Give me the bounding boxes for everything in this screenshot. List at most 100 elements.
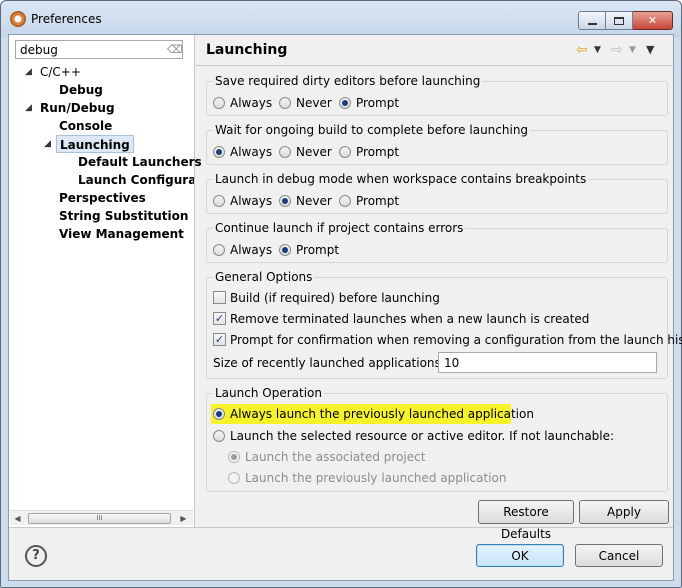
size-value: 10 [444, 356, 460, 370]
window-title: Preferences [31, 12, 102, 26]
tree-item-label: Default Launchers [78, 155, 202, 169]
option-label: Prompt for confirmation when removing a … [230, 333, 682, 347]
option-label: Launch the selected resource or active e… [230, 429, 615, 443]
radio-icon [279, 97, 291, 109]
tree-item-label: Debug [59, 83, 103, 97]
checkbox-checked-icon: ✓ [213, 333, 226, 346]
launch-operation-group: Launch Operation Always launch the previ… [206, 386, 668, 492]
group-label: Wait for ongoing build to complete befor… [213, 123, 531, 137]
forward-menu-icon[interactable]: ▼ [629, 41, 636, 59]
size-label: Size of recently launched applications l… [213, 355, 466, 371]
option-label: Never [296, 194, 332, 208]
filter-input[interactable]: debug ⌫ [15, 40, 183, 59]
checkbox-icon [213, 291, 226, 304]
option-label: Always [230, 145, 273, 159]
radio-selected-icon [339, 97, 351, 109]
option-label: Prompt [356, 194, 400, 208]
debug-mode-group: Launch in debug mode when workspace cont… [206, 172, 668, 214]
expanded-twisty-icon[interactable]: ◢ [44, 135, 52, 153]
dialog-button-separator [9, 527, 673, 528]
eclipse-app-icon [10, 11, 26, 27]
radio-icon [339, 195, 351, 207]
grip-icon: III [96, 514, 103, 522]
tree-item-perspectives[interactable]: Perspectives [59, 189, 146, 207]
tree-item-view-management[interactable]: View Management [59, 225, 184, 243]
cancel-button[interactable]: Cancel [575, 544, 663, 567]
group-label: General Options [213, 270, 315, 284]
minimize-icon [587, 22, 597, 25]
preference-page: Launching ⇦ ▼ ⇨ ▼ ▼ Save required dirty … [196, 35, 682, 541]
radio-icon [339, 146, 351, 158]
tree-item-default-launchers[interactable]: Default Launchers [78, 153, 202, 171]
option-label: Never [296, 96, 332, 110]
option-label: Launch the associated project [245, 450, 426, 464]
tree-item-label: Console [59, 119, 113, 133]
apply-button[interactable]: Apply [579, 500, 669, 524]
option-label: Prompt [356, 96, 400, 110]
radio-icon [213, 244, 225, 256]
option-label: Always [230, 194, 273, 208]
radio-icon [213, 97, 225, 109]
expanded-twisty-icon[interactable]: ◢ [25, 63, 33, 81]
tree-item-label: Launching [60, 138, 130, 152]
tree-item-label: Launch Configurati [78, 173, 194, 187]
page-navigation: ⇦ ▼ ⇨ ▼ ▼ [566, 41, 666, 59]
forward-arrow-icon[interactable]: ⇨ [611, 41, 623, 59]
title-separator [196, 65, 674, 66]
back-menu-icon[interactable]: ▼ [594, 41, 601, 59]
option-label: Prompt [296, 243, 340, 257]
option-label: Launch the previously launched applicati… [245, 471, 507, 485]
dialog-client-area: debug ⌫ ◢ C/C++ Debug ◢ Run/Debug Consol… [8, 34, 682, 581]
tree-item-debug[interactable]: Debug [59, 81, 103, 99]
title-bar[interactable]: Preferences ✕ [1, 1, 681, 37]
option-label: Always launch the previously launched ap… [230, 407, 534, 421]
tree-item-launching[interactable]: Launching [56, 135, 134, 153]
wait-build-group: Wait for ongoing build to complete befor… [206, 123, 668, 165]
clear-filter-icon[interactable]: ⌫ [167, 44, 183, 56]
always-launch-previous-radio[interactable]: Always launch the previously launched ap… [211, 404, 534, 424]
tree-item-label: Run/Debug [40, 101, 115, 115]
radio-selected-icon [213, 408, 225, 420]
restore-defaults-button[interactable]: Restore Defaults [478, 500, 574, 541]
group-label: Launch Operation [213, 386, 324, 400]
group-label: Save required dirty editors before launc… [213, 74, 483, 88]
scroll-left-icon[interactable]: ◀ [10, 511, 25, 526]
view-menu-icon[interactable]: ▼ [646, 41, 654, 59]
option-label: Build (if required) before launching [230, 291, 440, 305]
option-label: Never [296, 145, 332, 159]
scrollbar-thumb[interactable]: III [28, 513, 171, 524]
filter-text: debug [20, 43, 58, 57]
tree-item-run-debug[interactable]: Run/Debug [40, 99, 115, 117]
help-icon[interactable]: ? [25, 545, 47, 567]
preferences-tree-pane: debug ⌫ ◢ C/C++ Debug ◢ Run/Debug Consol… [9, 35, 202, 527]
radio-icon [279, 146, 291, 158]
preferences-window: Preferences ✕ debug ⌫ ◢ C/C++ Debug ◢ Ru… [0, 0, 682, 588]
tree-item-cpp[interactable]: C/C++ [40, 63, 81, 81]
continue-errors-group: Continue launch if project contains erro… [206, 221, 668, 263]
back-arrow-icon[interactable]: ⇦ [576, 41, 588, 59]
maximize-button[interactable] [606, 11, 633, 30]
radio-selected-icon [279, 195, 291, 207]
radio-selected-icon [213, 146, 225, 158]
radio-icon [213, 430, 225, 442]
minimize-button[interactable] [578, 11, 606, 30]
scroll-right-icon[interactable]: ▶ [176, 511, 191, 526]
group-label: Continue launch if project contains erro… [213, 221, 466, 235]
close-button[interactable]: ✕ [633, 11, 673, 30]
recent-list-size-input[interactable]: 10 [438, 352, 657, 373]
radio-disabled-selected-icon [228, 451, 240, 463]
tree-item-string-substitution[interactable]: String Substitution [59, 207, 188, 225]
general-options-group: General Options Build (if required) befo… [206, 270, 682, 379]
tree-item-console[interactable]: Console [59, 117, 112, 135]
expanded-twisty-icon[interactable]: ◢ [25, 99, 33, 117]
option-label: Always [230, 243, 273, 257]
save-editors-group: Save required dirty editors before launc… [206, 74, 668, 116]
ok-button[interactable]: OK [476, 544, 564, 567]
option-label: Always [230, 96, 273, 110]
tree-item-launch-configurations[interactable]: Launch Configurati [78, 171, 194, 189]
tree-horizontal-scrollbar[interactable]: ◀ III ▶ [10, 510, 193, 525]
option-label: Remove terminated launches when a new la… [230, 312, 590, 326]
tree-item-label: C/C++ [40, 65, 81, 79]
group-label: Launch in debug mode when workspace cont… [213, 172, 589, 186]
tree-item-label: View Management [59, 227, 184, 241]
